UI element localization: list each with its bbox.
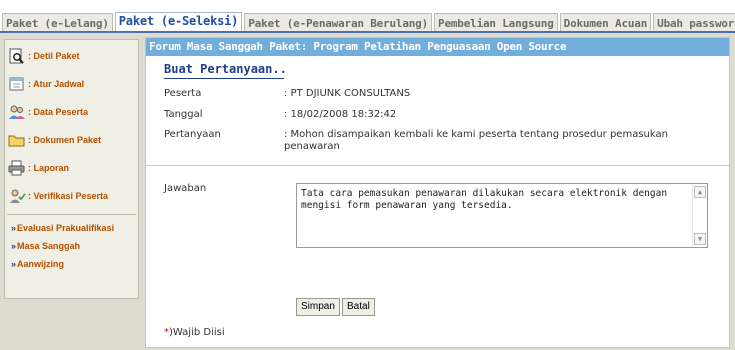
jawaban-textarea[interactable]: Tata cara pemasukan penawaran dilakukan … bbox=[296, 183, 708, 248]
sidebar-item-detil-paket[interactable]: : Detil Paket bbox=[8, 43, 135, 68]
sidebar-link-label: Aanwijzing bbox=[17, 259, 65, 269]
printer-icon bbox=[8, 160, 26, 176]
simpan-button[interactable]: Simpan bbox=[296, 298, 340, 316]
verify-user-icon bbox=[8, 188, 26, 204]
form-heading: Buat Pertanyaan.. bbox=[164, 62, 287, 76]
textarea-scrollbar[interactable]: ▲ ▼ bbox=[692, 185, 706, 246]
sidebar-item-label: : Verifikasi Peserta bbox=[28, 190, 109, 201]
peserta-value: : PT DJIUNK CONSULTANS bbox=[284, 88, 411, 99]
sidebar-item-dokumen-paket[interactable]: : Dokumen Paket bbox=[8, 127, 135, 152]
scroll-down-icon[interactable]: ▼ bbox=[694, 233, 706, 245]
sidebar: : Detil Paket : Atur Jadwal : Data Peser… bbox=[4, 39, 139, 299]
tab-paket-e-seleksi[interactable]: Paket (e-Seleksi) bbox=[114, 12, 243, 32]
folder-icon bbox=[8, 132, 26, 148]
sidebar-link-label: Evaluasi Prakualifikasi bbox=[17, 223, 115, 233]
tanggal-value: : 18/02/2008 18:32:42 bbox=[284, 109, 397, 120]
sidebar-item-label: : Atur Jadwal bbox=[28, 78, 85, 89]
tanggal-label: Tanggal bbox=[164, 109, 203, 120]
required-note: *)Wajib Diisi bbox=[164, 327, 225, 338]
sidebar-item-label: : Dokumen Paket bbox=[28, 134, 102, 145]
tab-bar: Paket (e-Lelang) Paket (e-Seleksi) Paket… bbox=[0, 0, 735, 32]
heading-underline bbox=[164, 78, 284, 79]
sidebar-link-label: Masa Sanggah bbox=[17, 241, 81, 251]
users-icon bbox=[8, 104, 26, 120]
sidebar-item-atur-jadwal[interactable]: : Atur Jadwal bbox=[8, 71, 135, 96]
calendar-icon bbox=[8, 76, 26, 92]
sidebar-item-label: : Data Peserta bbox=[28, 106, 89, 117]
section-divider bbox=[146, 165, 729, 166]
jawaban-text: Tata cara pemasukan penawaran dilakukan … bbox=[301, 188, 668, 211]
sidebar-item-data-peserta[interactable]: : Data Peserta bbox=[8, 99, 135, 124]
tab-paket-e-lelang[interactable]: Paket (e-Lelang) bbox=[2, 13, 113, 32]
sidebar-item-laporan[interactable]: : Laporan bbox=[8, 155, 135, 180]
sidebar-link-aanwijzing[interactable]: »Aanwijzing bbox=[11, 257, 138, 271]
pertanyaan-value: : Mohon disampaikan kembali ke kami pese… bbox=[284, 129, 668, 152]
tab-pembelian-langsung[interactable]: Pembelian Langsung bbox=[434, 13, 558, 32]
sidebar-divider bbox=[7, 214, 136, 215]
pertanyaan-label: Pertanyaan bbox=[164, 129, 221, 140]
peserta-label: Peserta bbox=[164, 88, 202, 99]
scroll-up-icon[interactable]: ▲ bbox=[694, 186, 706, 198]
batal-button[interactable]: Batal bbox=[342, 298, 375, 316]
sidebar-item-label: : Laporan bbox=[28, 162, 70, 173]
tab-list: Paket (e-Lelang) Paket (e-Seleksi) Paket… bbox=[2, 12, 735, 32]
tab-ubah-password[interactable]: Ubah password bbox=[653, 13, 735, 32]
forum-title: Forum Masa Sanggah Paket: Program Pelati… bbox=[146, 38, 729, 56]
forum-panel: Forum Masa Sanggah Paket: Program Pelati… bbox=[145, 37, 730, 348]
required-text: )Wajib Diisi bbox=[169, 327, 225, 338]
sidebar-item-verifikasi-peserta[interactable]: : Verifikasi Peserta bbox=[8, 183, 135, 208]
double-chevron-icon: » bbox=[11, 259, 17, 269]
tab-paket-e-penawaran-berulang[interactable]: Paket (e-Penawaran Berulang) bbox=[244, 13, 433, 32]
tab-dokumen-acuan[interactable]: Dokumen Acuan bbox=[559, 13, 652, 32]
double-chevron-icon: » bbox=[11, 241, 17, 251]
double-chevron-icon: » bbox=[11, 223, 17, 233]
sidebar-link-evaluasi-prakualifikasi[interactable]: »Evaluasi Prakualifikasi bbox=[11, 221, 138, 235]
sidebar-link-masa-sanggah[interactable]: »Masa Sanggah bbox=[11, 239, 138, 253]
sidebar-item-label: : Detil Paket bbox=[28, 50, 80, 61]
magnifier-document-icon bbox=[8, 48, 26, 64]
jawaban-label: Jawaban bbox=[164, 183, 207, 194]
content-frame: : Detil Paket : Atur Jadwal : Data Peser… bbox=[0, 31, 735, 350]
